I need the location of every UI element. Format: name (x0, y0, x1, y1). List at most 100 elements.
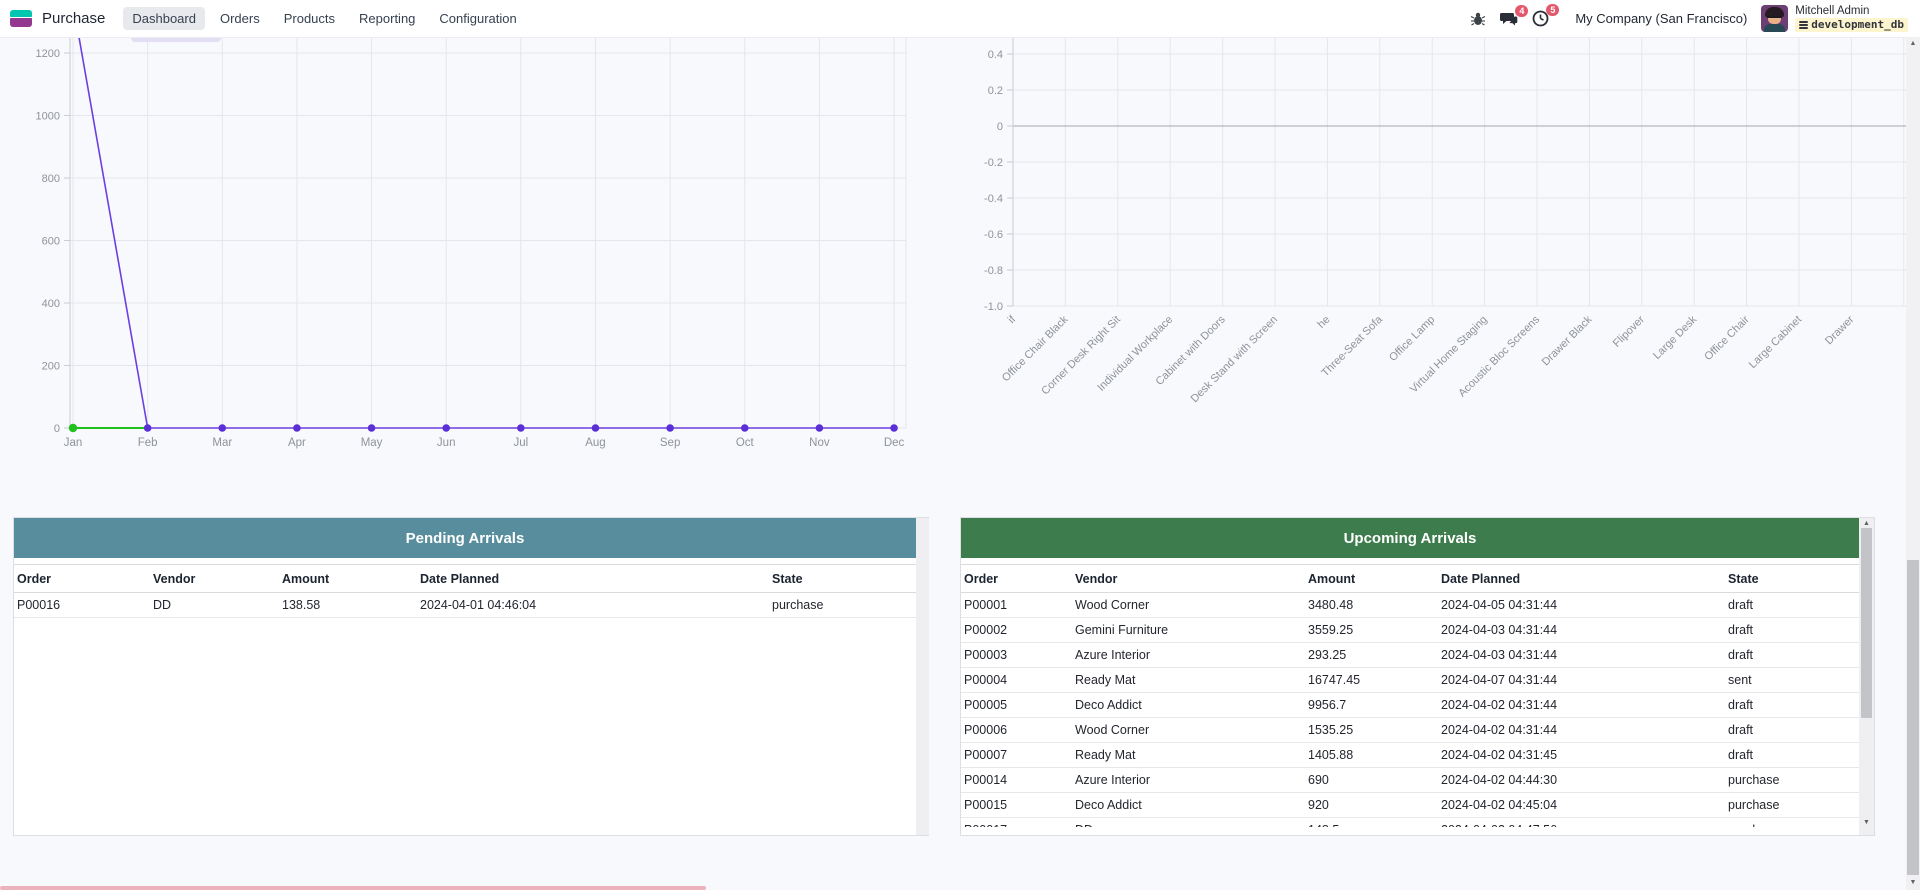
x-tick-label: Jul (513, 437, 528, 449)
table-row[interactable]: P00015Deco Addict9202024-04-02 04:45:04p… (961, 793, 1859, 818)
table-cell: Deco Addict (1072, 698, 1305, 712)
column-header: Date Planned (1438, 572, 1725, 586)
y-tick-label: -0.4 (984, 193, 1003, 205)
table-row[interactable]: P00007Ready Mat1405.882024-04-02 04:31:4… (961, 743, 1859, 768)
column-header: Order (14, 572, 150, 586)
table-row[interactable]: P00004Ready Mat16747.452024-04-07 04:31:… (961, 668, 1859, 693)
page-scrollbar-track[interactable]: ▲ ▼ (1906, 37, 1920, 890)
table-row[interactable]: P00014Azure Interior6902024-04-02 04:44:… (961, 768, 1859, 793)
table-cell: 2024-04-02 04:31:44 (1438, 723, 1725, 737)
menu-item-configuration[interactable]: Configuration (430, 7, 525, 30)
menu-item-orders[interactable]: Orders (211, 7, 269, 30)
dashboard-charts[interactable]: 020040060080010001200JanFebMarAprMayJunJ… (0, 37, 1920, 460)
y-tick-label: 600 (42, 236, 60, 248)
horizontal-scrollbar[interactable] (0, 886, 706, 890)
category-label: he (1315, 314, 1332, 331)
category-label: Drawer (1823, 313, 1857, 347)
activities-badge: 5 (1546, 4, 1559, 16)
table-row[interactable]: P00005Deco Addict9956.72024-04-02 04:31:… (961, 693, 1859, 718)
category-label: Flipover (1611, 313, 1647, 349)
table-cell: draft (1725, 748, 1859, 762)
violet-data-point (293, 424, 301, 432)
y-tick-label: -0.6 (984, 229, 1003, 241)
table-cell: DD (1072, 823, 1305, 827)
table-cell: 2024-04-05 04:31:44 (1438, 598, 1725, 612)
y-tick-label: 0.4 (988, 49, 1003, 61)
messages-button[interactable]: 4 (1500, 11, 1518, 27)
user-menu[interactable]: Mitchell Admin development_db (1761, 5, 1908, 32)
y-tick-label: 400 (42, 298, 60, 310)
table-cell: 2024-04-03 04:31:44 (1438, 648, 1725, 662)
table-cell: 3559.25 (1305, 623, 1438, 637)
category-label: Large Desk (1651, 313, 1700, 362)
table-cell: purchase (1725, 773, 1859, 787)
table-row[interactable]: P00002Gemini Furniture3559.252024-04-03 … (961, 618, 1859, 643)
scroll-down-arrow[interactable]: ▼ (1859, 819, 1874, 826)
column-header: Vendor (150, 572, 279, 586)
violet-data-point (144, 424, 152, 432)
menu-item-reporting[interactable]: Reporting (350, 7, 424, 30)
y-tick-label: -1.0 (984, 301, 1003, 313)
activities-button[interactable]: 5 (1532, 10, 1549, 27)
table-cell: P00006 (961, 723, 1072, 737)
green-data-point (69, 424, 77, 432)
table-cell: P00005 (961, 698, 1072, 712)
table-cell: Azure Interior (1072, 773, 1305, 787)
app-icon-top-bar (10, 10, 32, 17)
menu-item-products[interactable]: Products (275, 7, 344, 30)
menu-item-dashboard[interactable]: Dashboard (123, 7, 205, 30)
x-tick-label: Oct (736, 437, 755, 449)
violet-data-point (368, 424, 376, 432)
table-row[interactable]: P00016DD138.582024-04-01 04:46:04purchas… (14, 593, 916, 618)
upcoming-table-scrollbar-track[interactable]: ▲ ▼ (1859, 518, 1874, 835)
violet-data-point (666, 424, 674, 432)
x-tick-label: Jun (437, 437, 456, 449)
scroll-up-arrow[interactable]: ▲ (1859, 520, 1874, 527)
x-tick-label: Jan (64, 437, 83, 449)
table-row[interactable]: P00001Wood Corner3480.482024-04-05 04:31… (961, 593, 1859, 618)
violet-data-point (741, 424, 749, 432)
y-tick-label: 1200 (36, 48, 60, 60)
x-tick-label: Aug (585, 437, 605, 449)
y-tick-label: -0.8 (984, 265, 1003, 277)
table-row[interactable]: P00003Azure Interior293.252024-04-03 04:… (961, 643, 1859, 668)
debug-bug-icon[interactable] (1470, 11, 1486, 27)
page-scroll-up-arrow[interactable]: ▲ (1906, 40, 1920, 47)
main-menu: Dashboard Orders Products Reporting Configur… (123, 7, 525, 30)
table-cell: 2024-04-02 04:45:04 (1438, 798, 1725, 812)
y-tick-label: 800 (42, 173, 60, 185)
table-cell: P00001 (961, 598, 1072, 612)
x-tick-label: Dec (884, 437, 905, 449)
upcoming-arrivals-title: Upcoming Arrivals (1344, 530, 1477, 547)
table-cell: 1405.88 (1305, 748, 1438, 762)
app-name[interactable]: Purchase (42, 10, 105, 27)
purchase-app-icon[interactable] (10, 10, 32, 27)
table-row[interactable]: P00017DD148.52024-04-02 04:47:56purchase (961, 818, 1859, 827)
nav-right: 4 5 My Company (San Francisco) Mitchell … (1470, 5, 1920, 32)
pending-table-scrollbar-track[interactable] (916, 518, 929, 835)
avatar (1761, 5, 1788, 32)
violet-series-line (73, 37, 894, 428)
table-cell: 2024-04-02 04:31:44 (1438, 698, 1725, 712)
y-tick-label: 1000 (36, 111, 60, 123)
table-cell: P00002 (961, 623, 1072, 637)
column-header: Order (961, 572, 1072, 586)
table-cell: 9956.7 (1305, 698, 1438, 712)
category-label: Office Lamp (1387, 314, 1437, 364)
page-scrollbar-thumb[interactable] (1907, 560, 1919, 875)
category-label: Large Cabinet (1747, 314, 1804, 371)
page-scroll-down-arrow[interactable]: ▼ (1906, 879, 1920, 886)
table-cell: 16747.45 (1305, 673, 1438, 687)
table-cell: draft (1725, 598, 1859, 612)
table-cell: Azure Interior (1072, 648, 1305, 662)
bug-icon (1470, 11, 1486, 27)
company-switcher[interactable]: My Company (San Francisco) (1575, 11, 1747, 26)
table-cell: P00016 (14, 598, 150, 612)
table-cell: Wood Corner (1072, 598, 1305, 612)
database-name: development_db (1811, 19, 1904, 31)
table-row[interactable]: P00006Wood Corner1535.252024-04-02 04:31… (961, 718, 1859, 743)
table-cell: P00015 (961, 798, 1072, 812)
scrollbar-thumb[interactable] (1861, 528, 1872, 718)
table-cell: draft (1725, 698, 1859, 712)
violet-data-point (890, 424, 898, 432)
